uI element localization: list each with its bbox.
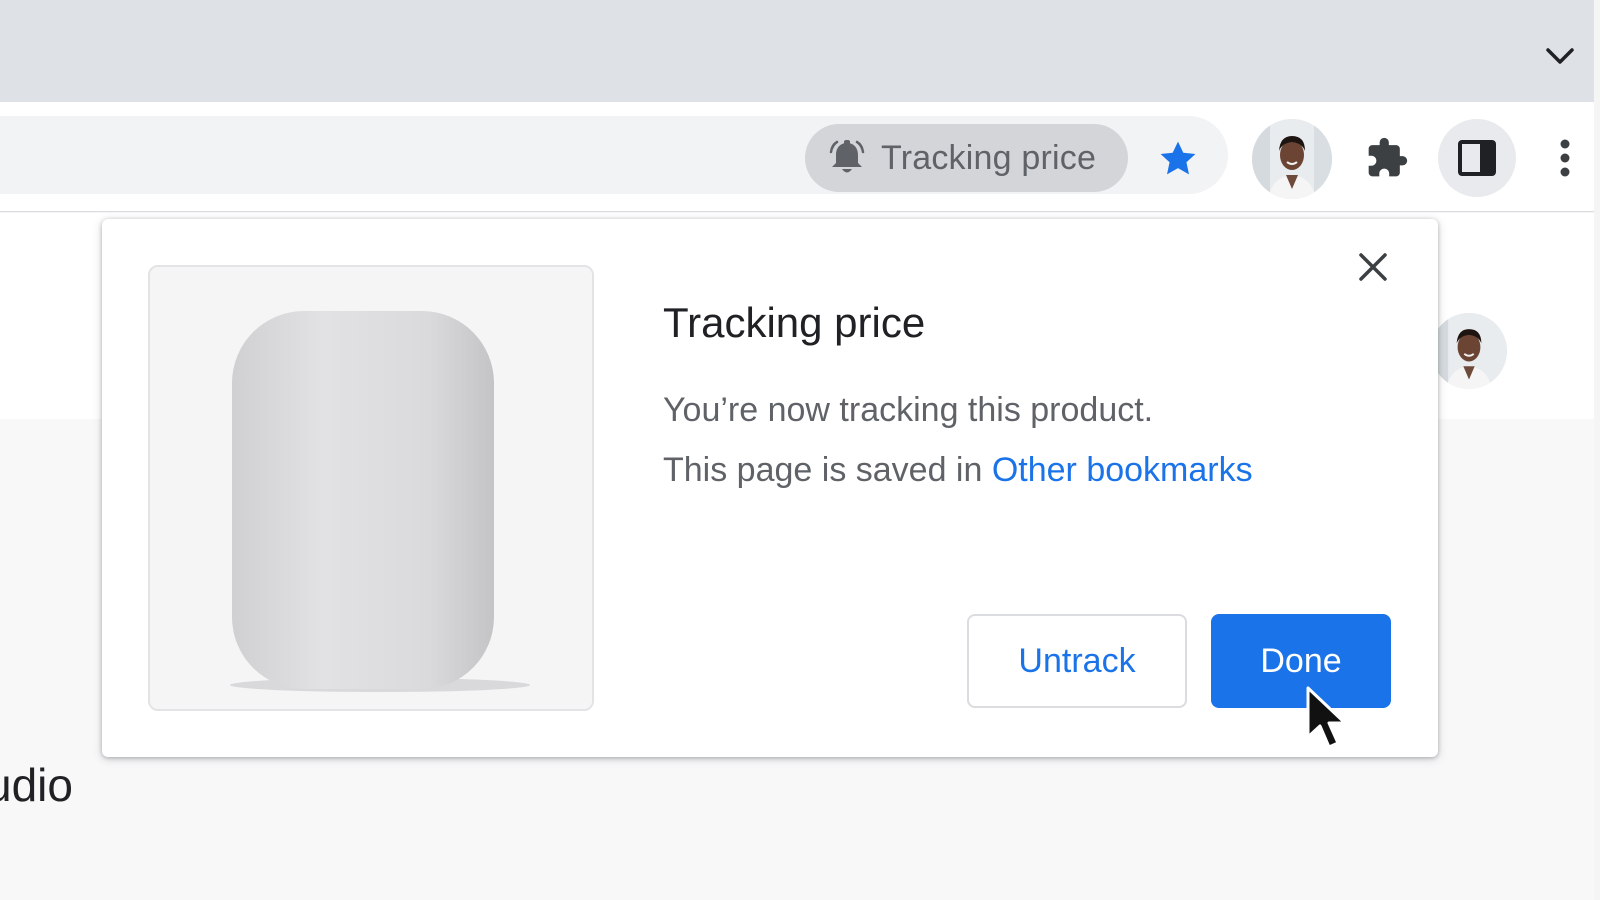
- saved-prefix: This page is saved in: [663, 451, 992, 489]
- price-tracking-chip[interactable]: Tracking price: [805, 124, 1128, 192]
- extensions-button[interactable]: [1361, 132, 1413, 184]
- profile-avatar[interactable]: [1252, 119, 1332, 199]
- smart-speaker-image: [150, 267, 592, 709]
- more-vert-icon: [1560, 139, 1570, 177]
- close-button[interactable]: [1351, 245, 1395, 289]
- other-bookmarks-link[interactable]: Other bookmarks: [992, 451, 1253, 489]
- tracking-description: You’re now tracking this product.: [663, 391, 1154, 429]
- bookmark-location-text: This page is saved in Other bookmarks: [663, 451, 1253, 490]
- untrack-button[interactable]: Untrack: [967, 614, 1187, 708]
- price-chip-label: Tracking price: [881, 138, 1097, 177]
- side-panel-icon: [1458, 140, 1496, 176]
- toolbar: Tracking price: [0, 102, 1594, 212]
- tab-search-button[interactable]: [1542, 38, 1578, 74]
- avatar-image: [1252, 119, 1332, 199]
- star-icon: [1160, 141, 1196, 175]
- more-menu-button[interactable]: [1548, 132, 1582, 184]
- bookmark-star-button[interactable]: [1155, 136, 1201, 182]
- page-heading: udio: [0, 759, 73, 811]
- tab-strip: [0, 0, 1594, 102]
- close-icon: [1359, 253, 1387, 281]
- done-button[interactable]: Done: [1211, 614, 1391, 708]
- dialog-title: Tracking price: [663, 299, 926, 346]
- product-image: [148, 265, 594, 711]
- puzzle-icon: [1368, 137, 1408, 177]
- chevron-down-icon: [1546, 48, 1574, 64]
- bell-icon: [829, 140, 865, 173]
- browser-window: Tracking price dio Tracking price You’re…: [0, 0, 1600, 900]
- side-panel-button[interactable]: [1438, 119, 1516, 197]
- avatar-image: [1431, 313, 1507, 389]
- page-account-avatar[interactable]: [1431, 313, 1507, 389]
- price-tracking-dialog: Tracking price You’re now tracking this …: [102, 219, 1438, 757]
